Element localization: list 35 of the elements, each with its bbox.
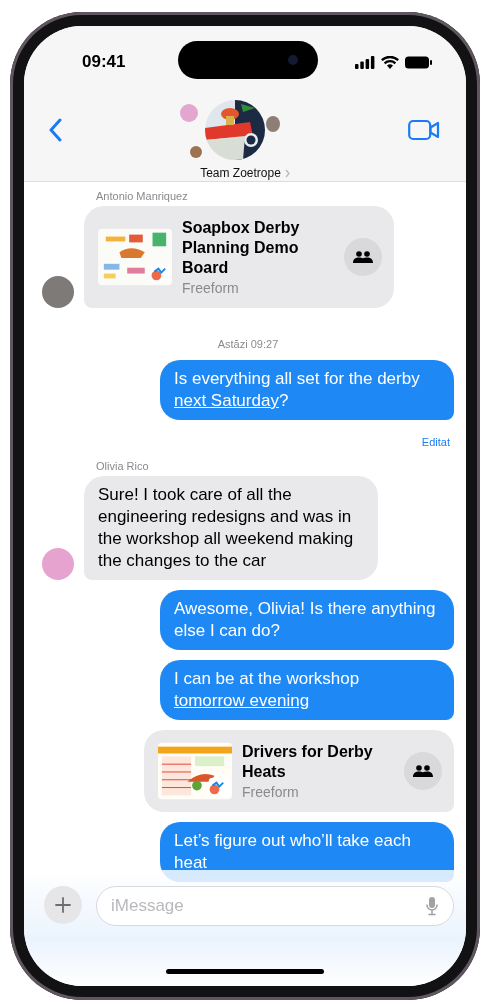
plus-icon bbox=[55, 897, 71, 913]
card-subtitle: Freeform bbox=[242, 784, 300, 800]
microphone-icon[interactable] bbox=[426, 896, 438, 916]
card-subtitle: Freeform bbox=[182, 280, 240, 296]
collaborators-button[interactable] bbox=[344, 238, 382, 276]
add-button[interactable] bbox=[44, 886, 82, 924]
shared-board-card[interactable]: Soapbox Derby Planning Demo Board Freeform bbox=[84, 206, 394, 308]
shared-board-card[interactable]: Drivers for Derby Heats Freeform bbox=[144, 730, 454, 812]
message-bubble: Is everything all set for the derby next Saturday? bbox=[160, 360, 454, 420]
video-call-icon[interactable] bbox=[408, 119, 440, 141]
sender-name: Olivia Rico bbox=[96, 460, 150, 472]
link[interactable]: tomorrow evening bbox=[174, 691, 310, 710]
collaborators-button[interactable] bbox=[404, 752, 442, 790]
sender-name: Antonio Manriquez bbox=[96, 190, 189, 202]
message-bubble: Sure! I took care of all the engineering redesigns and was in the workshop all weekend making the changes to the car bbox=[84, 476, 378, 580]
message-bubble: Awesome, Olivia! Is there anything else I can do? bbox=[160, 590, 454, 650]
avatar-icon[interactable] bbox=[42, 276, 74, 308]
message-field[interactable]: iMessage bbox=[96, 886, 454, 926]
edited-label: Editat bbox=[420, 436, 450, 448]
signal-icon bbox=[355, 55, 375, 69]
back-icon[interactable] bbox=[48, 118, 62, 142]
link[interactable]: next Saturday bbox=[174, 391, 279, 410]
wifi-icon bbox=[381, 55, 399, 69]
message-bubble: I can be at the workshop tomorrow evening bbox=[160, 660, 454, 720]
avatar-icon bbox=[180, 104, 198, 122]
card-title: Soapbox Derby Planning Demo Board bbox=[182, 218, 301, 278]
people-icon bbox=[413, 765, 433, 777]
battery-icon bbox=[405, 55, 432, 69]
avatar-icon bbox=[266, 116, 280, 132]
timestamp: Astăzi 09:27 bbox=[216, 338, 280, 350]
status-time: 09:41 bbox=[82, 52, 126, 72]
card-title: Drivers for Derby Heats bbox=[242, 742, 374, 782]
conversation-title[interactable]: Team Zoetrope bbox=[200, 166, 281, 180]
avatar-icon bbox=[190, 146, 202, 158]
people-icon bbox=[353, 251, 373, 263]
